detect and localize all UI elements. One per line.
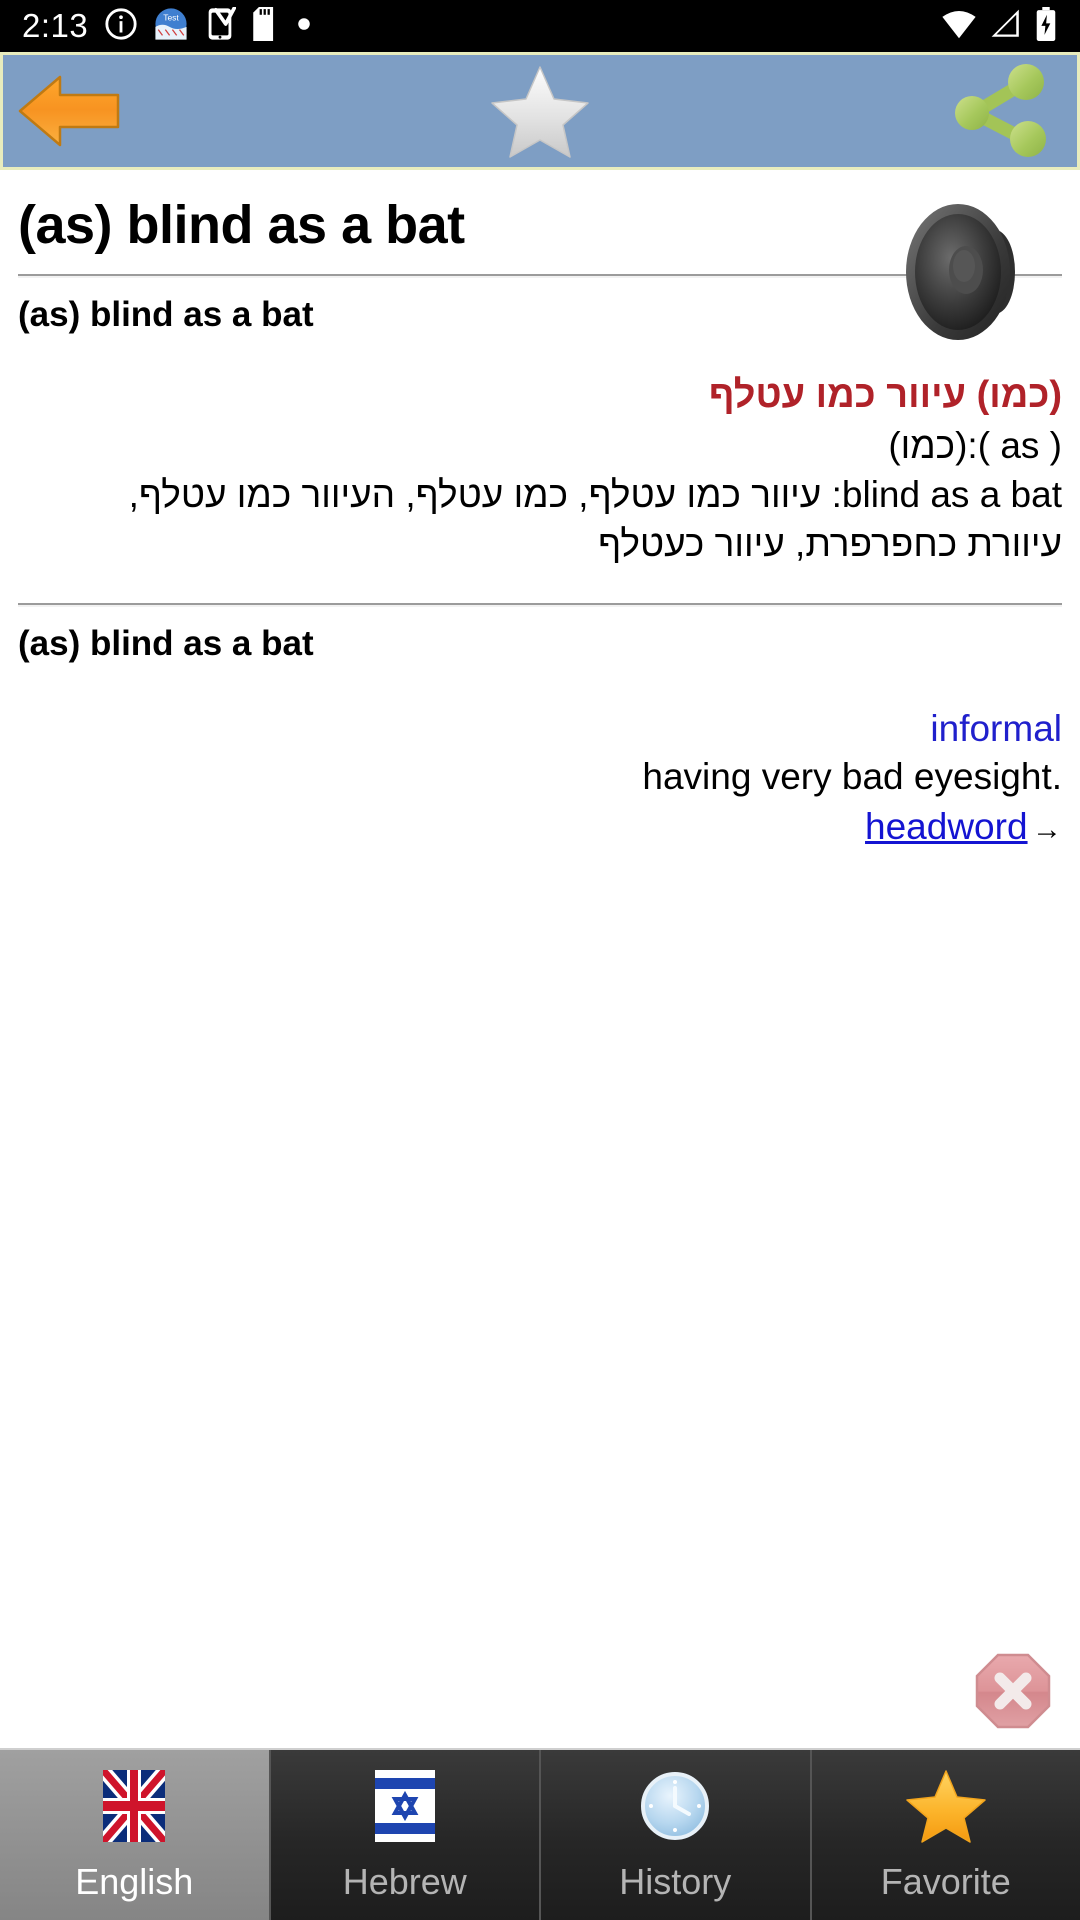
clock-icon <box>638 1767 712 1845</box>
israel-flag-icon <box>374 1767 435 1845</box>
tab-favorite[interactable]: Favorite <box>811 1750 1080 1920</box>
top-toolbar <box>0 52 1080 170</box>
definition-block: informal .having very bad eyesight → hea… <box>18 705 1062 851</box>
favorite-toolbar-button[interactable] <box>470 55 610 167</box>
tab-english-label: English <box>75 1861 194 1902</box>
info-icon <box>104 7 138 46</box>
battery-charging-icon <box>1034 6 1058 46</box>
test-app-icon: Test <box>154 7 188 46</box>
uk-flag-icon <box>103 1767 166 1845</box>
status-bar-left: 2:13 Test <box>22 3 312 46</box>
tab-history-label: History <box>619 1861 732 1902</box>
link-arrow-icon: → <box>1032 813 1062 847</box>
headword-link-line: → headword <box>18 803 1062 851</box>
tab-english[interactable]: English <box>0 1750 271 1920</box>
app-root: 2:13 Test (as) blind as a bat (as) blind… <box>0 0 1080 1920</box>
definition-text: .having very bad eyesight <box>642 756 1062 798</box>
status-bar-right <box>940 6 1058 46</box>
share-button[interactable] <box>933 55 1063 167</box>
back-arrow-icon <box>18 75 120 147</box>
tab-favorite-label: Favorite <box>880 1861 1011 1902</box>
status-clock: 2:13 <box>22 7 89 44</box>
definition-register: informal <box>930 707 1062 749</box>
star-icon <box>491 66 589 158</box>
star-icon <box>906 1767 986 1845</box>
close-button[interactable] <box>974 1652 1052 1730</box>
pronounce-button[interactable] <box>900 192 1020 352</box>
hebrew-translation-block: (כמו) עיוור כמו עטלף ( as ):(כמו) blind … <box>18 370 1062 569</box>
bottom-tab-bar: English Hebrew History Favorite <box>0 1748 1080 1920</box>
svg-text:Test: Test <box>163 12 179 22</box>
definition-section: (as) blind as a bat informal .having ver… <box>18 607 1062 851</box>
speaker-icon <box>906 204 1015 340</box>
hebrew-body-line-2: עיוורת כחפרפרת, עיוור כעטלף <box>598 523 1062 565</box>
hebrew-pronunciation: ( as ):(כמו) <box>888 425 1062 467</box>
definition-headword: (as) blind as a bat <box>18 623 314 663</box>
back-button[interactable] <box>9 55 129 167</box>
tab-history[interactable]: History <box>541 1750 812 1920</box>
entry-content: (as) blind as a bat (as) blind as a bat … <box>0 170 1080 1748</box>
status-bar: 2:13 Test <box>0 0 1080 52</box>
hebrew-body-line-1: blind as a bat: עיוור כמו עטלף, כמו עטלף… <box>128 474 1062 516</box>
wifi-icon <box>940 8 978 45</box>
tab-hebrew[interactable]: Hebrew <box>270 1750 541 1920</box>
headword-link[interactable]: headword <box>865 806 1028 847</box>
dot-icon <box>296 16 312 37</box>
close-icon <box>975 1653 1051 1729</box>
hebrew-headline: (כמו) עיוור כמו עטלף <box>708 374 1062 417</box>
tab-hebrew-label: Hebrew <box>342 1861 467 1902</box>
sd-card-icon <box>252 6 280 46</box>
share-icon <box>955 64 1046 157</box>
phone-check-icon <box>204 3 238 46</box>
signal-icon <box>988 8 1024 45</box>
